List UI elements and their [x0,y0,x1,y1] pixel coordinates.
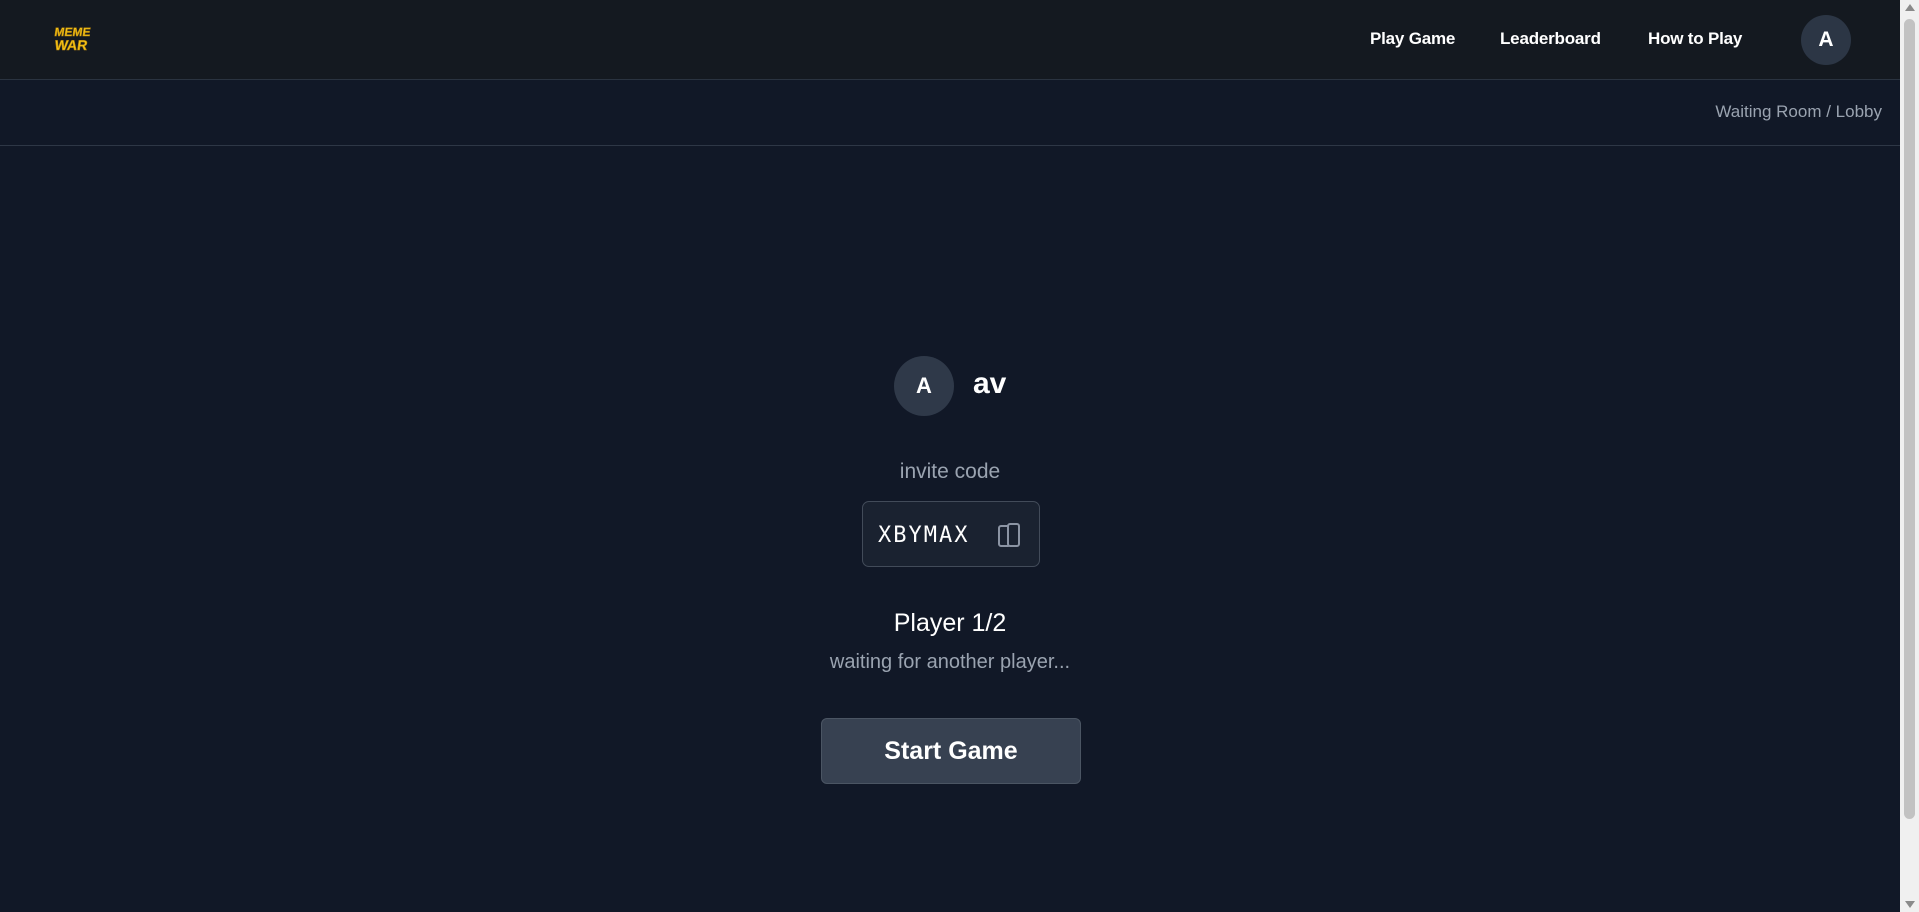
invite-code: XBYMAX [878,523,970,548]
user-avatar[interactable]: A [1801,15,1851,65]
breadcrumb-bar: Waiting Room / Lobby [0,80,1900,146]
invite-code-label: invite code [899,460,1001,483]
meme-war-logo[interactable]: MEME WAR [53,22,94,56]
waiting-status: waiting for another player... [829,651,1071,673]
breadcrumb: Waiting Room / Lobby [1715,102,1882,121]
svg-text:WAR: WAR [54,37,89,53]
player-count: Player 1/2 [893,609,1007,637]
logo-icon: MEME WAR [53,25,92,54]
nav-how-to-play[interactable]: How to Play [1648,29,1742,49]
lobby-panel: A av invite code XBYMAX Player 1/2 waiti… [0,146,1900,912]
page-scrollbar[interactable] [1900,0,1919,912]
invite-code-box: XBYMAX [862,501,1040,567]
top-navbar: MEME WAR Play Game Leaderboard How to Pl… [0,0,1900,80]
nav-play-game[interactable]: Play Game [1370,29,1455,49]
copy-icon[interactable] [997,522,1023,550]
nav-leaderboard[interactable]: Leaderboard [1500,29,1601,49]
scroll-thumb[interactable] [1904,19,1915,819]
scroll-down-arrow-icon[interactable] [1905,901,1915,908]
page: MEME WAR Play Game Leaderboard How to Pl… [0,0,1900,912]
scroll-up-arrow-icon[interactable] [1905,4,1915,11]
start-game-button[interactable]: Start Game [821,718,1081,784]
host-avatar: A [894,356,954,416]
host-name: av [973,367,1007,400]
